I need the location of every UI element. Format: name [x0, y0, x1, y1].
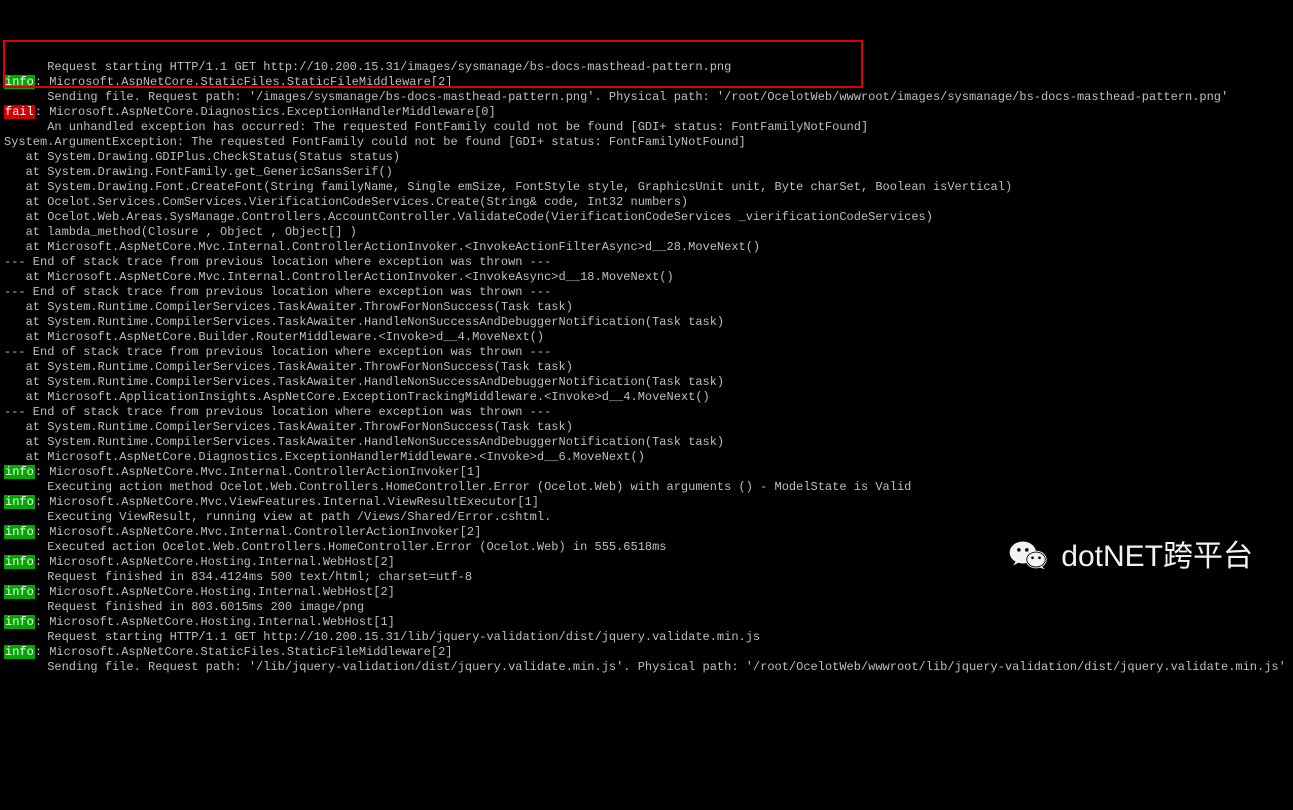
log-line: at lambda_method(Closure , Object , Obje… [4, 225, 1289, 240]
log-line: at System.Drawing.Font.CreateFont(String… [4, 180, 1289, 195]
log-text: : Microsoft.AspNetCore.StaticFiles.Stati… [35, 645, 453, 659]
log-line: An unhandled exception has occurred: The… [4, 120, 1289, 135]
log-line: Sending file. Request path: '/lib/jquery… [4, 660, 1289, 675]
log-line: info: Microsoft.AspNetCore.Hosting.Inter… [4, 585, 1289, 600]
log-line: at System.Runtime.CompilerServices.TaskA… [4, 360, 1289, 375]
log-text: : Microsoft.AspNetCore.Hosting.Internal.… [35, 585, 395, 599]
log-line: Sending file. Request path: '/images/sys… [4, 90, 1289, 105]
info-tag: info [4, 525, 35, 539]
log-line: Executing ViewResult, running view at pa… [4, 510, 1289, 525]
info-tag: info [4, 585, 35, 599]
log-line: info: Microsoft.AspNetCore.Mvc.Internal.… [4, 465, 1289, 480]
log-line: info: Microsoft.AspNetCore.Mvc.ViewFeatu… [4, 495, 1289, 510]
log-text: : Microsoft.AspNetCore.Diagnostics.Excep… [35, 105, 496, 119]
log-line: info: Microsoft.AspNetCore.StaticFiles.S… [4, 645, 1289, 660]
log-line: Request starting HTTP/1.1 GET http://10.… [4, 60, 1289, 75]
log-line: at Microsoft.AspNetCore.Diagnostics.Exce… [4, 450, 1289, 465]
log-line: at System.Runtime.CompilerServices.TaskA… [4, 315, 1289, 330]
info-tag: info [4, 465, 35, 479]
log-line: at Ocelot.Services.ComServices.Vierifica… [4, 195, 1289, 210]
log-line: at System.Runtime.CompilerServices.TaskA… [4, 435, 1289, 450]
log-text: : Microsoft.AspNetCore.Hosting.Internal.… [35, 555, 395, 569]
log-text: : Microsoft.AspNetCore.Mvc.Internal.Cont… [35, 525, 481, 539]
fail-tag: fail [4, 105, 35, 119]
log-line: --- End of stack trace from previous loc… [4, 285, 1289, 300]
wechat-icon [1007, 534, 1051, 578]
terminal-output[interactable]: Request starting HTTP/1.1 GET http://10.… [0, 60, 1293, 675]
log-line: Request finished in 803.6015ms 200 image… [4, 600, 1289, 615]
log-line: --- End of stack trace from previous loc… [4, 255, 1289, 270]
watermark: dotNET跨平台 [1007, 534, 1253, 578]
info-tag: info [4, 615, 35, 629]
log-text: : Microsoft.AspNetCore.Mvc.ViewFeatures.… [35, 495, 539, 509]
log-line: at System.Drawing.GDIPlus.CheckStatus(St… [4, 150, 1289, 165]
log-line: Request starting HTTP/1.1 GET http://10.… [4, 630, 1289, 645]
log-line: fail: Microsoft.AspNetCore.Diagnostics.E… [4, 105, 1289, 120]
log-line: at Microsoft.ApplicationInsights.AspNetC… [4, 390, 1289, 405]
log-line: info: Microsoft.AspNetCore.Hosting.Inter… [4, 615, 1289, 630]
log-line: --- End of stack trace from previous loc… [4, 405, 1289, 420]
log-text: : Microsoft.AspNetCore.Mvc.Internal.Cont… [35, 465, 481, 479]
log-line: at System.Runtime.CompilerServices.TaskA… [4, 420, 1289, 435]
info-tag: info [4, 555, 35, 569]
log-line: at Microsoft.AspNetCore.Mvc.Internal.Con… [4, 270, 1289, 285]
info-tag: info [4, 495, 35, 509]
log-line: at Microsoft.AspNetCore.Builder.RouterMi… [4, 330, 1289, 345]
info-tag: info [4, 75, 35, 89]
log-line: System.ArgumentException: The requested … [4, 135, 1289, 150]
log-line: at System.Runtime.CompilerServices.TaskA… [4, 375, 1289, 390]
log-line: at Microsoft.AspNetCore.Mvc.Internal.Con… [4, 240, 1289, 255]
log-text: : Microsoft.AspNetCore.Hosting.Internal.… [35, 615, 395, 629]
log-line: Executing action method Ocelot.Web.Contr… [4, 480, 1289, 495]
log-text: : Microsoft.AspNetCore.StaticFiles.Stati… [35, 75, 453, 89]
log-line: at Ocelot.Web.Areas.SysManage.Controller… [4, 210, 1289, 225]
watermark-text: dotNET跨平台 [1061, 549, 1253, 564]
log-line: --- End of stack trace from previous loc… [4, 345, 1289, 360]
info-tag: info [4, 645, 35, 659]
log-line: at System.Runtime.CompilerServices.TaskA… [4, 300, 1289, 315]
log-line: at System.Drawing.FontFamily.get_Generic… [4, 165, 1289, 180]
log-line: info: Microsoft.AspNetCore.StaticFiles.S… [4, 75, 1289, 90]
